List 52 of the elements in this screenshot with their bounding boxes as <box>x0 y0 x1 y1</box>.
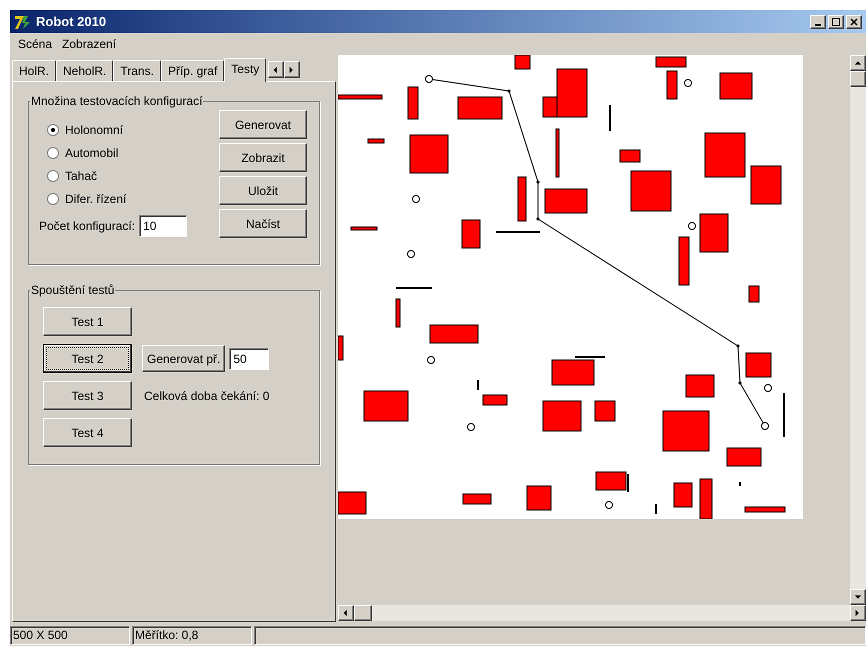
tab-scroll-right-button[interactable] <box>284 61 300 78</box>
generate-button[interactable]: Generovat př. <box>142 345 226 372</box>
close-icon <box>850 18 858 26</box>
scroll-right-button[interactable] <box>850 605 866 621</box>
down-arrow-icon <box>854 593 862 601</box>
scroll-thumb[interactable] <box>850 71 866 87</box>
action-button[interactable]: Zobrazit <box>219 143 307 172</box>
action-button[interactable]: Generovat <box>219 110 307 139</box>
status-bar-cell: Měřítko: 0,8 <box>132 626 252 645</box>
radio-label: Tahač <box>65 168 98 184</box>
count-field[interactable]: 10 <box>139 215 188 237</box>
left-arrow-icon <box>342 609 350 617</box>
group-title: Množina testovacích konfigurací <box>30 93 204 110</box>
group-title: Spouštění testů <box>30 282 116 299</box>
app-logo-icon <box>14 14 32 30</box>
generate-count-field[interactable]: 50 <box>229 348 270 370</box>
up-arrow-icon <box>854 59 862 67</box>
waiting-time-label: Celková doba čekání: 0 <box>144 388 270 404</box>
tab[interactable]: Trans. <box>113 60 161 81</box>
count-label: Počet konfigurací: <box>39 218 136 235</box>
radio-label: Difer. řízení <box>65 190 126 208</box>
close-button[interactable] <box>846 14 862 28</box>
scroll-left-button[interactable] <box>338 605 354 621</box>
action-button[interactable]: Uložit <box>219 176 307 205</box>
scroll-up-button[interactable] <box>850 55 866 71</box>
test-button[interactable]: Test 3 <box>43 381 132 410</box>
radio-button[interactable] <box>47 170 59 182</box>
tab[interactable]: HolR. <box>12 60 56 81</box>
maximize-icon <box>832 18 840 26</box>
test-button[interactable]: Test 1 <box>43 307 132 336</box>
test-button[interactable]: Test 2 <box>43 344 132 373</box>
radio-label: Holonomní <box>65 122 124 138</box>
vertical-scrollbar[interactable] <box>850 55 866 605</box>
test-button[interactable]: Test 4 <box>43 418 132 447</box>
tab[interactable]: NeholR. <box>56 60 114 81</box>
radio-button[interactable] <box>47 124 59 136</box>
action-button[interactable]: Načíst <box>219 209 307 238</box>
radio-button[interactable] <box>47 192 59 204</box>
status-bar-cell: 500 X 500 <box>10 626 130 645</box>
radio-button[interactable] <box>47 146 59 158</box>
scroll-thumb[interactable] <box>354 605 372 621</box>
menu-item[interactable]: Zobrazení <box>62 35 116 53</box>
tab-scroll-left-button[interactable] <box>268 61 284 78</box>
window-title: Robot 2010 <box>36 12 106 31</box>
scroll-down-button[interactable] <box>850 589 866 605</box>
minimize-button[interactable] <box>810 14 826 28</box>
maximize-button[interactable] <box>828 14 844 28</box>
tab[interactable]: Testy <box>224 58 266 82</box>
radio-label: Automobil <box>65 144 118 162</box>
menu-item[interactable]: Scéna <box>18 35 52 53</box>
minimize-icon <box>815 24 821 26</box>
horizontal-scrollbar[interactable] <box>338 605 866 621</box>
